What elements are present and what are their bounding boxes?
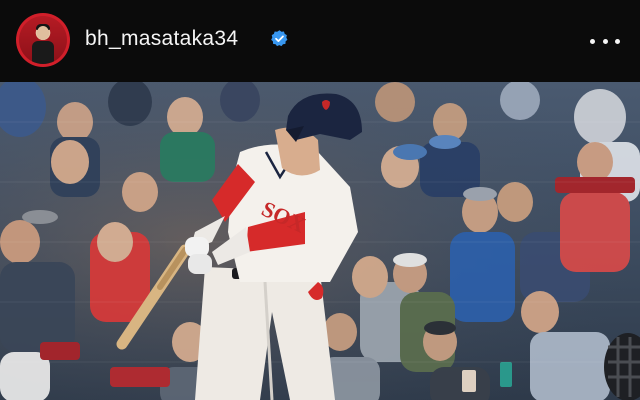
post-photo-illustration: SOX [0,82,640,400]
verified-badge-icon [271,30,288,47]
avatar-image [19,16,67,64]
batting-glove [188,254,212,274]
post-header: bh_masataka34 [0,0,640,82]
more-options-icon[interactable] [590,36,620,46]
instagram-post: bh_masataka34 SOX [0,0,640,400]
profile-avatar[interactable] [16,13,70,67]
more-dot [615,38,620,44]
more-dot [590,38,595,44]
avatar-body [32,41,54,64]
more-dot [602,38,608,44]
post-image[interactable]: SOX [0,82,640,400]
username-link[interactable]: bh_masataka34 [85,26,238,52]
avatar-head [37,26,49,40]
